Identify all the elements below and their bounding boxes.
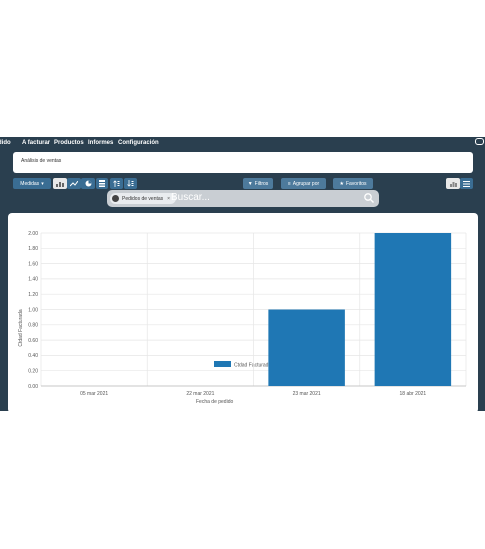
- bar: [374, 233, 452, 386]
- y-tick-label: 0.40: [28, 353, 38, 359]
- caret-down-icon: ▾: [41, 180, 44, 187]
- bar: [268, 309, 345, 386]
- x-tick-label: 23 mar 2021: [293, 391, 321, 397]
- stacked-button[interactable]: [96, 178, 108, 189]
- favorites-button[interactable]: ★ Favoritos: [333, 178, 373, 189]
- menu-item-productos[interactable]: Productos: [54, 140, 84, 146]
- remove-facet-icon[interactable]: ×: [167, 196, 170, 202]
- pie-chart-icon: [85, 180, 91, 187]
- menu-item-configuracion[interactable]: Configuración: [118, 140, 159, 146]
- sort-desc-icon: [127, 180, 134, 187]
- search-icon[interactable]: [364, 193, 374, 203]
- graph-view-icon: [449, 181, 457, 187]
- star-icon: ★: [339, 180, 344, 187]
- pie-chart-button[interactable]: [81, 178, 95, 189]
- graph-panel: Ctdad Facturada 0.00 0.20 0.40 0.60 0.80 1.00…: [8, 213, 478, 411]
- search-facet[interactable]: Pedidos de ventas ×: [110, 193, 177, 204]
- filter-facet-icon: [112, 195, 119, 202]
- y-tick-label: 0.00: [28, 384, 38, 390]
- bar-chart-button[interactable]: [53, 178, 67, 189]
- search-input[interactable]: Buscar...: [171, 192, 210, 203]
- x-axis-ticks: 05 mar 2021 22 mar 2021 23 mar 2021 18 abr …: [80, 391, 426, 397]
- search-facet-label: Pedidos de ventas: [122, 195, 164, 202]
- bar-chart-icon: [56, 181, 64, 187]
- y-tick-label: 1.60: [28, 261, 38, 267]
- y-tick-label: 1.20: [28, 292, 38, 298]
- sort-asc-icon: [113, 180, 120, 187]
- graph-view-button[interactable]: [446, 178, 460, 189]
- menu-item-informes[interactable]: Informes: [88, 140, 113, 146]
- legend-label: Ctdad Facturada: [234, 363, 271, 369]
- filters-button[interactable]: ▼ Filtros: [243, 178, 273, 189]
- stack-icon: [99, 180, 105, 187]
- y-tick-label: 1.80: [28, 246, 38, 252]
- legend-swatch: [214, 361, 231, 367]
- x-axis-title: Fecha de pedido: [196, 399, 233, 405]
- list-view-button[interactable]: [460, 178, 473, 189]
- favorites-label: Favoritos: [345, 180, 367, 187]
- breadcrumb-panel: Análisis de ventas: [13, 152, 473, 173]
- y-axis-ticks: 0.00 0.20 0.40 0.60 0.80 1.00 1.20 1.40 1.60 1.80…: [28, 231, 38, 390]
- layers-icon: ≡: [287, 180, 291, 187]
- breadcrumb: Análisis de ventas: [21, 158, 62, 164]
- measures-dropdown-button[interactable]: Medidas ▾: [13, 178, 51, 189]
- menu-item-a-facturar[interactable]: A facturar: [22, 140, 50, 146]
- filter-icon: ▼: [247, 180, 253, 187]
- line-chart-icon: [70, 180, 78, 186]
- group-by-label: Agrupar por: [292, 180, 320, 187]
- measures-label: Medidas: [20, 180, 40, 187]
- chat-icon[interactable]: [475, 138, 484, 145]
- odoo-app-frame: dido A facturar Productos Informes Confi…: [0, 137, 485, 411]
- x-tick-label: 18 abr 2021: [400, 391, 427, 397]
- list-view-icon: [463, 180, 470, 187]
- group-by-button[interactable]: ≡ Agrupar por: [281, 178, 326, 189]
- filters-label: Filtros: [254, 180, 269, 187]
- sort-descending-button[interactable]: [124, 178, 137, 189]
- line-chart-button[interactable]: [67, 178, 81, 189]
- x-tick-label: 22 mar 2021: [186, 391, 214, 397]
- top-menu-bar: dido A facturar Productos Informes Confi…: [0, 137, 485, 149]
- chart-legend[interactable]: Ctdad Facturada: [214, 361, 271, 369]
- x-tick-label: 05 mar 2021: [80, 391, 108, 397]
- y-tick-label: 1.00: [28, 307, 38, 313]
- y-tick-label: 0.80: [28, 323, 38, 329]
- y-tick-label: 2.00: [28, 231, 38, 237]
- y-axis-title: Ctdad Facturada: [18, 309, 24, 346]
- search-bar[interactable]: Pedidos de ventas × Buscar...: [107, 190, 379, 207]
- y-tick-label: 0.60: [28, 338, 38, 344]
- menu-item-pedidos[interactable]: dido: [0, 140, 11, 146]
- bar-chart: Ctdad Facturada 0.00 0.20 0.40 0.60 0.80 1.00…: [18, 231, 467, 405]
- sort-ascending-button[interactable]: [110, 178, 123, 189]
- y-tick-label: 1.40: [28, 277, 38, 283]
- y-tick-label: 0.20: [28, 369, 38, 375]
